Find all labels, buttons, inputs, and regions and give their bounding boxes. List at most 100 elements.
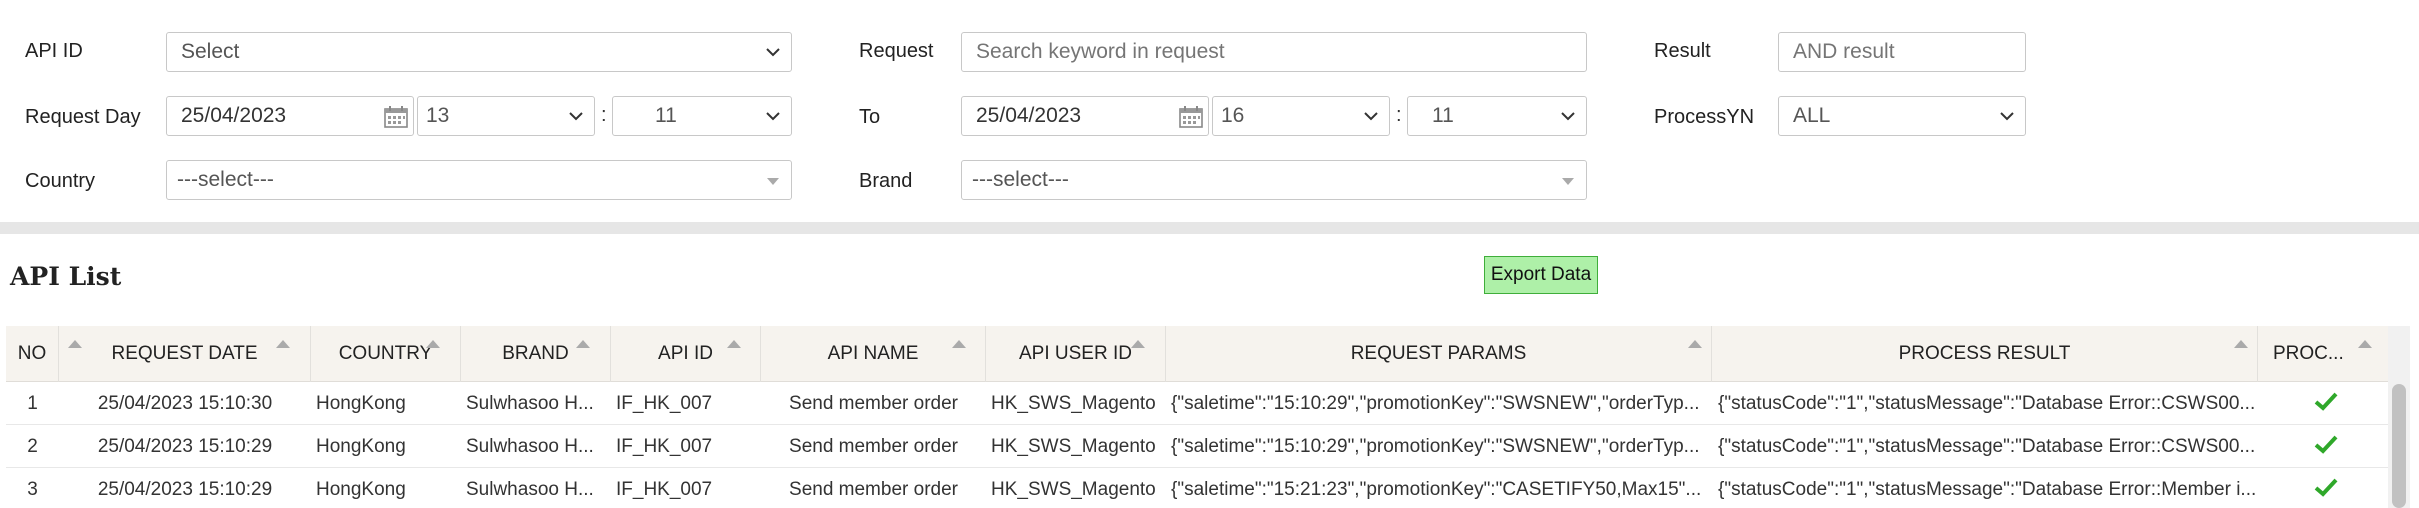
cell-process-result: {"statusCode":"1","statusMessage":"Datab… xyxy=(1718,479,2257,500)
request-day-label: Request Day xyxy=(25,106,141,128)
process-yn-select[interactable]: ALL xyxy=(1778,96,2026,136)
cell-api-user-id: HK_SWS_Magento xyxy=(991,393,1156,414)
to-date-field[interactable]: 25/04/2023 xyxy=(961,96,1209,136)
sort-icon[interactable] xyxy=(426,340,440,348)
cell-api-id: IF_HK_007 xyxy=(616,436,713,457)
cell-country: HongKong xyxy=(316,436,406,457)
cell-request-date: 25/04/2023 15:10:30 xyxy=(97,393,273,414)
sort-icon[interactable] xyxy=(2358,340,2372,348)
cell-brand: Sulwhasoo H... xyxy=(466,479,594,500)
to-hour-select[interactable]: 16 xyxy=(1212,96,1390,136)
api-id-select[interactable]: Select xyxy=(166,32,792,72)
section-divider xyxy=(0,222,2419,234)
sort-icon[interactable] xyxy=(276,340,290,348)
vertical-scrollbar[interactable] xyxy=(2388,326,2410,508)
check-icon xyxy=(2314,391,2338,417)
cell-api-name: Send member order xyxy=(789,393,958,414)
chevron-down-icon xyxy=(1363,97,1379,135)
column-header-label: BRAND xyxy=(502,343,569,364)
sort-icon[interactable] xyxy=(952,340,966,348)
table-row[interactable]: 3 25/04/2023 15:10:29 HongKong Sulwhasoo… xyxy=(6,468,2410,508)
column-header-label: API USER ID xyxy=(1019,343,1132,364)
sort-icon[interactable] xyxy=(1131,340,1145,348)
export-data-button[interactable]: Export Data xyxy=(1484,256,1598,294)
cell-request-date: 25/04/2023 15:10:29 xyxy=(97,436,273,457)
api-id-select-value: Select xyxy=(181,40,240,63)
cell-process-result: {"statusCode":"1","statusMessage":"Datab… xyxy=(1718,393,2256,414)
column-header-request-date[interactable]: REQUEST DATE xyxy=(59,326,311,382)
column-header-no[interactable]: NO xyxy=(6,326,59,382)
chevron-down-icon xyxy=(1999,97,2015,135)
column-header-label: PROC... xyxy=(2273,343,2344,364)
process-yn-value: ALL xyxy=(1793,104,1831,127)
cell-api-id: IF_HK_007 xyxy=(616,393,713,414)
column-header-label: NO xyxy=(17,343,47,364)
cell-request-params: {"saletime":"15:10:29","promotionKey":"S… xyxy=(1171,393,1700,414)
column-header-api-user-id[interactable]: API USER ID xyxy=(986,326,1166,382)
cell-api-user-id: HK_SWS_Magento xyxy=(991,479,1156,500)
chevron-down-icon xyxy=(568,97,584,135)
cell-api-name: Send member order xyxy=(789,436,958,457)
cell-request-params: {"saletime":"15:10:29","promotionKey":"S… xyxy=(1171,436,1700,457)
to-minute-select[interactable]: 11 xyxy=(1407,96,1587,136)
brand-select[interactable]: ---select--- xyxy=(961,160,1587,200)
grid-header: NO REQUEST DATE COUNTRY BRAND API ID API… xyxy=(6,326,2410,382)
cell-country: HongKong xyxy=(316,479,406,500)
request-day-date-field[interactable]: 25/04/2023 xyxy=(166,96,414,136)
column-header-label: PROCESS RESULT xyxy=(1898,343,2071,364)
request-day-minute-select[interactable]: 11 xyxy=(612,96,792,136)
chevron-down-icon xyxy=(1560,97,1576,135)
cell-brand: Sulwhasoo H... xyxy=(466,436,594,457)
sort-icon[interactable] xyxy=(2234,340,2248,348)
search-filter-panel: API ID Select Request Result Request Day… xyxy=(0,0,2419,222)
api-id-label: API ID xyxy=(25,40,83,62)
cell-request-params: {"saletime":"15:21:23","promotionKey":"C… xyxy=(1171,479,1702,500)
sort-icon[interactable] xyxy=(576,340,590,348)
to-date-value: 25/04/2023 xyxy=(976,104,1082,127)
column-header-brand[interactable]: BRAND xyxy=(461,326,611,382)
check-icon xyxy=(2314,477,2338,503)
table-row[interactable]: 1 25/04/2023 15:10:30 HongKong Sulwhasoo… xyxy=(6,382,2410,425)
chevron-down-icon xyxy=(765,33,781,71)
table-row[interactable]: 2 25/04/2023 15:10:29 HongKong Sulwhasoo… xyxy=(6,425,2410,468)
column-header-country[interactable]: COUNTRY xyxy=(311,326,461,382)
cell-no: 3 xyxy=(27,479,38,500)
request-search-input[interactable] xyxy=(961,32,1587,72)
cell-process-result: {"statusCode":"1","statusMessage":"Datab… xyxy=(1718,436,2256,457)
column-header-process-result[interactable]: PROCESS RESULT xyxy=(1712,326,2258,382)
caret-down-icon xyxy=(1562,178,1574,185)
request-day-minute-value: 11 xyxy=(655,104,677,127)
column-header-label: API NAME xyxy=(827,343,919,364)
cell-brand: Sulwhasoo H... xyxy=(466,393,594,414)
column-header-label: REQUEST PARAMS xyxy=(1350,343,1527,364)
time-separator: : xyxy=(1396,104,1402,126)
sort-icon[interactable] xyxy=(1688,340,1702,348)
cell-no: 2 xyxy=(27,436,38,457)
scrollbar-thumb[interactable] xyxy=(2392,384,2406,508)
country-select-value: ---select--- xyxy=(177,168,274,191)
request-day-hour-select[interactable]: 13 xyxy=(417,96,595,136)
cell-country: HongKong xyxy=(316,393,406,414)
to-hour-value: 16 xyxy=(1221,104,1245,127)
caret-down-icon xyxy=(767,178,779,185)
brand-label: Brand xyxy=(859,170,913,192)
result-search-input[interactable] xyxy=(1778,32,2026,72)
column-header-api-name[interactable]: API NAME xyxy=(761,326,986,382)
cell-api-user-id: HK_SWS_Magento xyxy=(991,436,1156,457)
result-label: Result xyxy=(1654,40,1711,62)
time-separator: : xyxy=(601,104,607,126)
column-header-api-id[interactable]: API ID xyxy=(611,326,761,382)
check-icon xyxy=(2314,434,2338,460)
column-header-label: COUNTRY xyxy=(338,343,433,364)
process-yn-label: ProcessYN xyxy=(1654,106,1755,128)
to-minute-value: 11 xyxy=(1432,104,1454,127)
request-label: Request xyxy=(859,40,934,62)
cell-no: 1 xyxy=(27,393,38,414)
column-header-process-yn[interactable]: PROC... xyxy=(2258,326,2394,382)
calendar-icon[interactable] xyxy=(1178,104,1204,128)
column-header-request-params[interactable]: REQUEST PARAMS xyxy=(1166,326,1712,382)
country-select[interactable]: ---select--- xyxy=(166,160,792,200)
calendar-icon[interactable] xyxy=(383,104,409,128)
sort-icon[interactable] xyxy=(727,340,741,348)
cell-api-name: Send member order xyxy=(789,479,958,500)
